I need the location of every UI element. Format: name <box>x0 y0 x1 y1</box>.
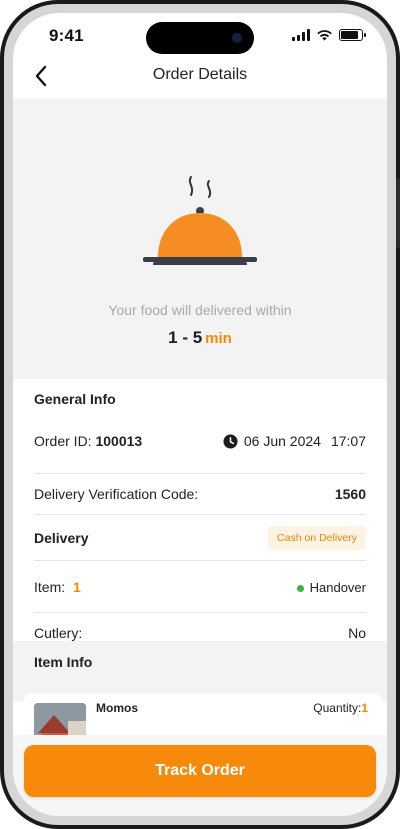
delivery-label: Delivery <box>34 530 89 546</box>
eta-unit: min <box>205 330 232 347</box>
quantity-label: Quantity: <box>313 701 362 715</box>
item-count: 1 <box>73 579 81 595</box>
quantity-value: 1 <box>361 701 368 715</box>
order-id-row: Order ID: 100013 06 Jun 2024 17:07 <box>34 433 366 449</box>
divider <box>34 473 366 474</box>
item-info-section: Item Info <box>13 641 387 701</box>
eta-range: 1 - 5 <box>168 328 203 347</box>
battery-icon <box>339 29 366 41</box>
dynamic-island <box>146 22 254 54</box>
order-date: 06 Jun 2024 <box>243 433 321 449</box>
item-count-row: Item: 1 Handover <box>34 579 366 595</box>
status-time: 9:41 <box>49 26 84 45</box>
general-info-heading: General Info <box>34 391 116 407</box>
order-datetime: 06 Jun 2024 17:07 <box>223 433 366 449</box>
status-dot-icon <box>296 584 304 592</box>
payment-method-badge: Cash on Delivery <box>268 526 366 550</box>
item-info-heading: Item Info <box>34 654 93 670</box>
status-bar: 9:41 <box>13 13 387 61</box>
verification-code: 1560 <box>334 486 366 502</box>
wifi-icon <box>317 30 332 41</box>
signal-icon <box>292 29 310 41</box>
divider <box>34 612 366 613</box>
side-button <box>396 178 400 248</box>
page-title: Order Details <box>152 66 248 83</box>
cutlery-value: No <box>348 625 366 641</box>
screen: 9:41 Order Details Your food will delive… <box>13 13 387 816</box>
delivery-row: Delivery Cash on Delivery <box>34 524 366 552</box>
camera-icon <box>232 33 242 43</box>
cutlery-row: Cutlery: No <box>34 625 366 641</box>
order-status: Handover <box>296 579 366 595</box>
divider <box>34 514 366 515</box>
general-info-section: General Info Order ID: 100013 06 Jun 202… <box>13 379 387 641</box>
verification-row: Delivery Verification Code: 1560 <box>34 486 366 502</box>
eta-value: 1 - 5 min <box>13 328 387 348</box>
verification-label: Delivery Verification Code: <box>34 486 199 502</box>
cutlery-label: Cutlery: <box>34 625 83 641</box>
item-name: Momos <box>96 701 138 715</box>
delivery-eta-banner: Your food will delivered within 1 - 5 min <box>13 99 387 379</box>
track-order-button[interactable]: Track Order <box>24 745 376 797</box>
order-time: 17:07 <box>330 433 366 449</box>
food-cloche-icon <box>143 176 257 265</box>
order-status-text: Handover <box>309 579 366 595</box>
order-id-label: Order ID: <box>34 433 92 449</box>
clock-icon <box>223 433 238 449</box>
item-quantity: Quantity:1 <box>313 701 368 715</box>
status-icons <box>292 29 366 41</box>
order-id-value: 100013 <box>95 433 143 449</box>
eta-message: Your food will delivered within <box>108 302 292 318</box>
item-label: Item: <box>34 579 66 595</box>
divider <box>34 560 366 561</box>
app-header: Order Details <box>13 61 387 99</box>
bottom-action-bar: Track Order <box>13 735 387 816</box>
